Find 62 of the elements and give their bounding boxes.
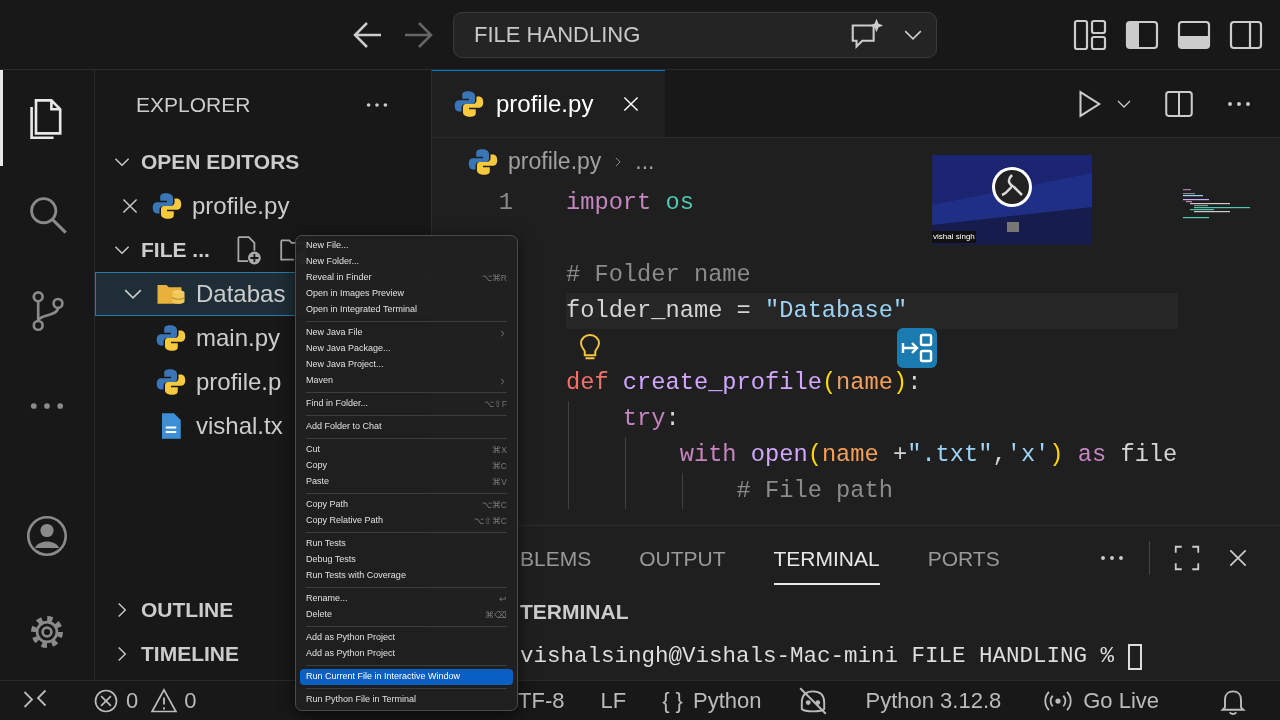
editor-tab[interactable]: profile.py [432,70,666,137]
menu-item[interactable]: New Java Project... [300,357,513,373]
panel-tab[interactable]: TERMINAL [773,531,880,585]
terminal-cursor [1127,644,1142,670]
menu-item[interactable]: Add as Python Project [300,630,513,646]
menu-item[interactable]: Add as Python Project [300,646,513,662]
sidebar-title: EXPLORER [136,92,251,119]
code-line: def create_profile(name): [566,368,922,398]
terminal-title: TERMINAL [520,599,629,626]
menu-item[interactable]: Run Tests [300,536,513,552]
menu-item[interactable]: Debug Tests [300,552,513,568]
menu-item[interactable]: Run Python File in Terminal [300,692,513,708]
menu-item[interactable]: Copy ⌘C [300,458,513,474]
language-status[interactable]: { } Python [662,684,762,717]
menu-item[interactable]: Maven [300,373,513,389]
panel-tab[interactable]: BLEMS [520,531,592,585]
caption-label: vishal singh [932,231,976,243]
code-line: # File path [735,476,893,506]
section-header[interactable]: OUTLINE [141,594,234,626]
breadcrumb-item[interactable]: ... [635,144,655,179]
menu-item[interactable]: New Java File [300,325,513,341]
section-header[interactable]: FILE ... [141,234,210,266]
go-live-status[interactable]: Go Live [1043,684,1160,717]
section-header[interactable]: TIMELINE [141,638,239,670]
status-item[interactable]: TF-8 [518,684,565,717]
code-line: try: [621,404,680,434]
panel-tab[interactable]: PORTS [927,531,1000,585]
menu-item[interactable]: New Folder... [300,254,513,270]
problems-status[interactable]: 0 0 [92,684,197,717]
open-editor-item[interactable]: profile.py [95,184,431,228]
panel-tab[interactable]: OUTPUT [639,531,726,585]
status-item[interactable]: Python 3.12.8 [865,684,1002,717]
menu-item[interactable]: New File... [300,238,513,254]
python-file-icon [156,367,186,397]
warning-icon [150,686,179,715]
menu-item[interactable]: Rename... ↩ [300,591,513,607]
refactor-icon[interactable] [897,328,937,368]
status-item[interactable]: LF [600,684,627,717]
python-file-icon [454,89,484,119]
maximize-icon[interactable] [1172,543,1202,573]
code-line: with open(name +".txt",'x') as file [678,440,1178,470]
menu-item[interactable]: Find in Folder... ⌥⇧F [300,396,513,412]
menu-item[interactable]: Run Current File in Interactive Window [300,669,513,685]
menu-item[interactable]: New Java Package... [300,341,513,357]
line-number: 1 [497,188,513,219]
python-file-icon [468,146,498,177]
menu-item[interactable]: Delete ⌘⌫ [300,607,513,623]
menu-item[interactable]: Copy Path ⌥⌘C [300,497,513,513]
menu-item[interactable]: Add Folder to Chat [300,419,513,435]
menu-item[interactable]: Cut ⌘X [300,442,513,458]
breadcrumb-item[interactable]: profile.py [508,144,602,179]
command-center[interactable]: FILE HANDLING [453,11,937,58]
python-file-icon [156,323,186,353]
section-header[interactable]: OPEN EDITORS [141,146,300,178]
terminal-prompt: vishalsingh@Vishals-Mac-mini FILE HANDLING % [520,642,1116,672]
menu-item[interactable]: Paste ⌘V [300,474,513,490]
menu-item[interactable]: Run Tests with Coverage [300,568,513,584]
code-line: import os [566,188,694,218]
code-line: # Folder name [566,260,751,290]
account-icon[interactable] [25,514,69,558]
python-file-icon [152,191,182,221]
menu-item[interactable]: Copy Relative Path ⌥⇧⌘C [300,513,513,529]
